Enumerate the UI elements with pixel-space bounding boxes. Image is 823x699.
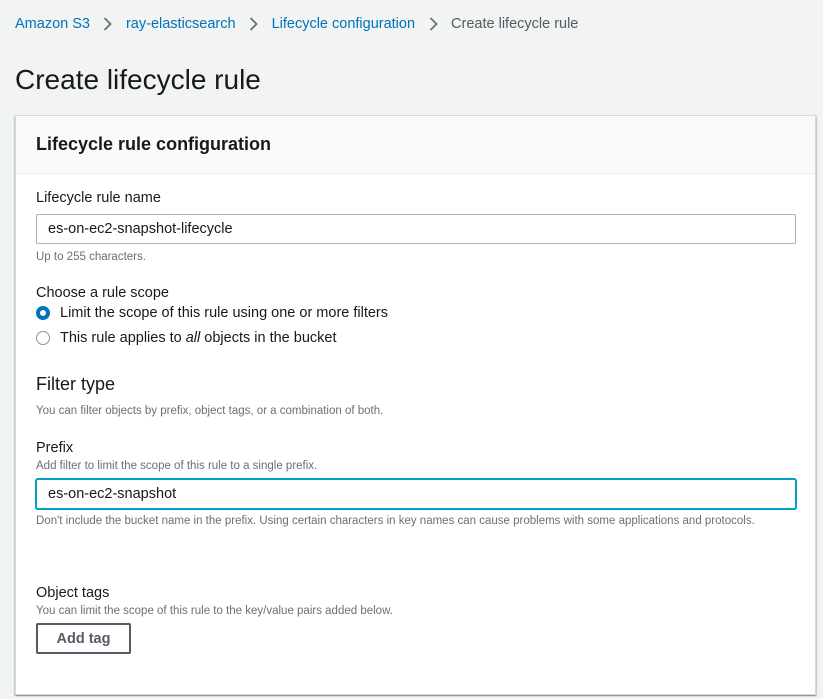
rule-name-label: Lifecycle rule name bbox=[36, 190, 161, 206]
chevron-right-icon bbox=[236, 17, 272, 31]
prefix-value: es-on-ec2-snapshot bbox=[48, 486, 177, 502]
add-tag-button[interactable]: Add tag bbox=[36, 623, 131, 654]
breadcrumb-current: Create lifecycle rule bbox=[451, 16, 579, 32]
breadcrumb-lifecycle-configuration[interactable]: Lifecycle configuration bbox=[272, 14, 415, 34]
radio-checked-icon[interactable] bbox=[36, 306, 50, 320]
filter-type-desc: You can filter objects by prefix, object… bbox=[36, 405, 384, 417]
prefix-hint: Don't include the bucket name in the pre… bbox=[36, 515, 755, 527]
rule-name-hint: Up to 255 characters. bbox=[36, 251, 146, 263]
breadcrumb: Amazon S3 ray-elasticsearch Lifecycle co… bbox=[15, 14, 578, 34]
rule-name-input[interactable]: es-on-ec2-snapshot-lifecycle bbox=[36, 214, 796, 244]
chevron-right-icon bbox=[90, 17, 126, 31]
object-tags-label: Object tags bbox=[36, 585, 110, 601]
prefix-label: Prefix bbox=[36, 440, 74, 456]
breadcrumb-bucket[interactable]: ray-elasticsearch bbox=[126, 14, 236, 34]
panel-header: Lifecycle rule configuration bbox=[16, 116, 815, 174]
filter-type-title: Filter type bbox=[36, 374, 116, 394]
scope-all-prefix: This rule applies to bbox=[60, 330, 186, 346]
rule-scope-label: Choose a rule scope bbox=[36, 285, 169, 301]
chevron-right-icon bbox=[415, 17, 451, 31]
scope-option-all[interactable]: This rule applies to all objects in the … bbox=[36, 328, 336, 348]
prefix-input[interactable]: es-on-ec2-snapshot bbox=[36, 479, 796, 509]
scope-all-emphasis: all bbox=[185, 330, 201, 346]
scope-option-filter-label: Limit the scope of this rule using one o… bbox=[60, 305, 389, 321]
prefix-desc: Add filter to limit the scope of this ru… bbox=[36, 460, 318, 472]
page-title: Create lifecycle rule bbox=[15, 64, 261, 95]
scope-option-filter[interactable]: Limit the scope of this rule using one o… bbox=[36, 303, 388, 323]
panel-title: Lifecycle rule configuration bbox=[36, 134, 272, 154]
scope-all-suffix: objects in the bucket bbox=[200, 330, 337, 346]
radio-unchecked-icon[interactable] bbox=[36, 331, 50, 345]
breadcrumb-amazon-s3[interactable]: Amazon S3 bbox=[15, 14, 90, 34]
rule-name-value: es-on-ec2-snapshot-lifecycle bbox=[48, 221, 233, 237]
scope-option-all-label: This rule applies to all objects in the … bbox=[60, 328, 336, 348]
lifecycle-config-panel: Lifecycle rule configuration Lifecycle r… bbox=[15, 115, 816, 695]
object-tags-desc: You can limit the scope of this rule to … bbox=[36, 605, 393, 617]
